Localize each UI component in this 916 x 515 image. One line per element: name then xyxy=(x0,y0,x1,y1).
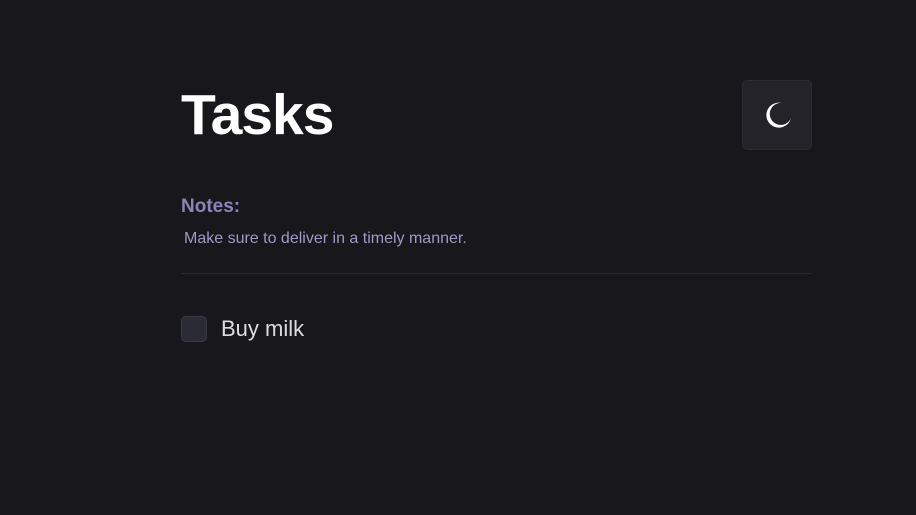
task-item[interactable]: Buy milk xyxy=(181,315,812,343)
header: Tasks xyxy=(181,80,812,150)
task-checkbox[interactable] xyxy=(181,316,207,342)
divider xyxy=(181,273,812,274)
task-label: Buy milk xyxy=(221,316,305,341)
theme-toggle-button[interactable] xyxy=(742,80,812,150)
main-container: Tasks Notes: Make sure to deliver in a t… xyxy=(181,80,812,343)
notes-label: Notes: xyxy=(181,196,241,217)
moon-icon xyxy=(766,102,791,128)
notes-section: Notes: Make sure to deliver in a timely … xyxy=(181,195,812,249)
task-list: Buy milk xyxy=(181,315,812,343)
notes-text: Make sure to deliver in a timely manner. xyxy=(184,230,467,247)
page-title: Tasks xyxy=(181,83,334,147)
